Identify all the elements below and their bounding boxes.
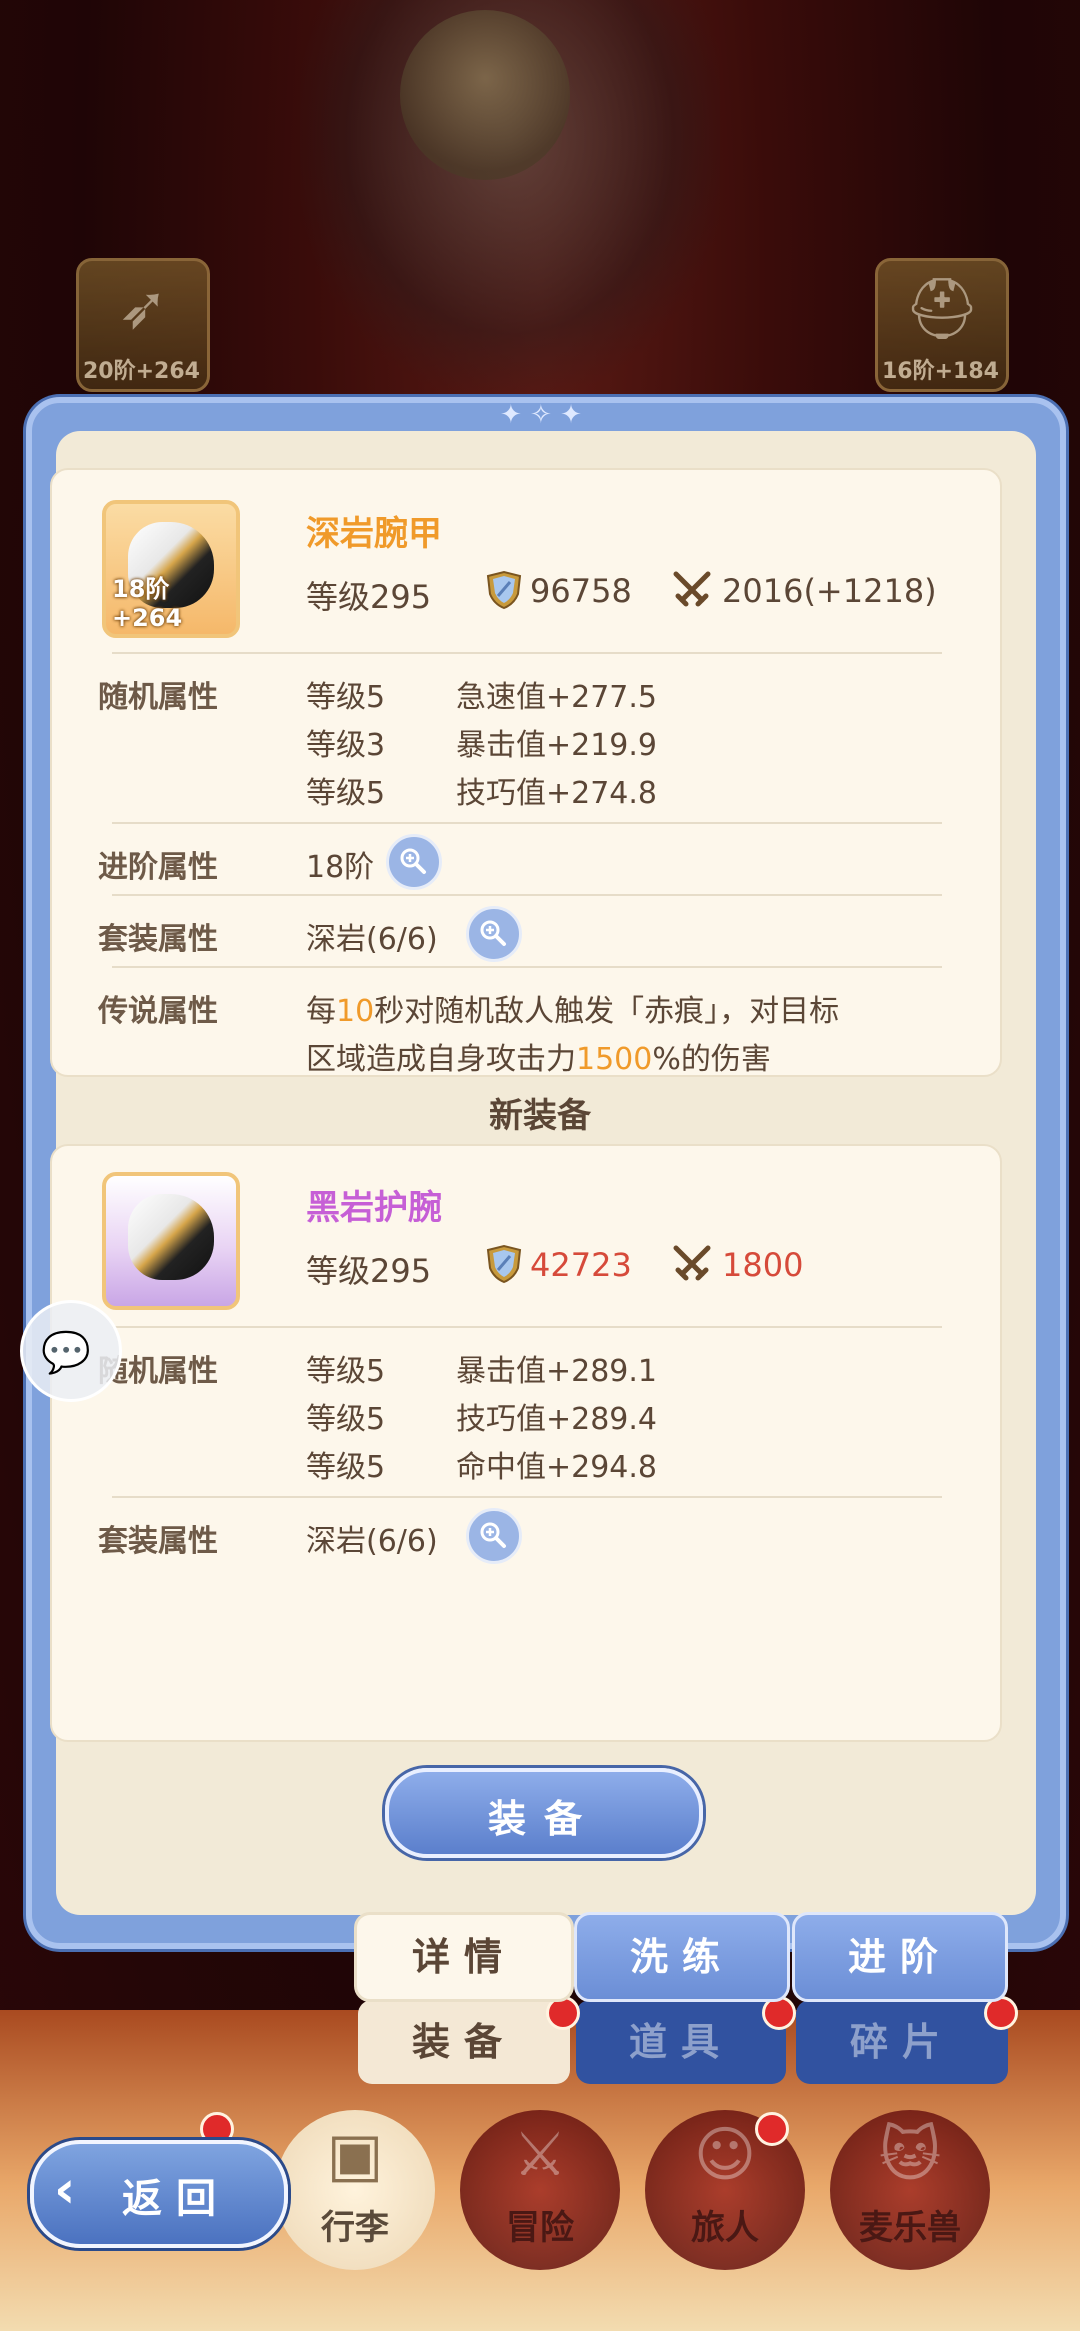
legend-text-line1: 每10秒对随机敌人触发「赤痕」，对目标 xyxy=(306,994,840,1029)
back-arrow-icon: ‹ xyxy=(54,2160,76,2220)
chat-button[interactable]: 💬 xyxy=(20,1300,122,1402)
divider xyxy=(112,966,942,968)
attr-value: 急速值+277.5 xyxy=(456,680,658,715)
magnify-icon xyxy=(400,848,426,874)
crossed-swords-icon xyxy=(673,1245,711,1281)
random-attrs-label: 随机属性 xyxy=(98,680,218,715)
character-head xyxy=(400,10,570,180)
slot-tier-label: 16阶+184 xyxy=(882,359,999,384)
attack-value: 1800 xyxy=(722,1246,804,1284)
nav-label-adventure: 冒险 xyxy=(506,2208,574,2248)
attr-value: 暴击值+289.1 xyxy=(456,1354,658,1389)
divider xyxy=(112,652,942,654)
current-item-name: 深岩腕甲 xyxy=(306,514,442,554)
tab-fragments[interactable]: 碎片 xyxy=(796,2000,1008,2084)
attr-level: 等级5 xyxy=(306,680,386,715)
equipment-slot-bow[interactable]: ➶ 20阶+264 xyxy=(76,258,210,392)
advance-attrs-label: 进阶属性 xyxy=(98,850,218,885)
attr-level: 等级5 xyxy=(306,1354,386,1389)
notification-dot xyxy=(755,2112,789,2146)
attr-value: 技巧值+274.8 xyxy=(456,776,658,811)
back-label: 返回 xyxy=(122,2176,230,2222)
bag-icon: ▣ xyxy=(326,2120,384,2190)
attr-level: 等级5 xyxy=(306,1402,386,1437)
attr-value: 暴击值+219.9 xyxy=(456,728,658,763)
equip-button[interactable]: 装备 xyxy=(385,1768,703,1858)
new-item-card: 黑岩护腕 等级295 42723 1800 随机属性 等级5 暴击值+289.1… xyxy=(50,1144,1002,1742)
new-equipment-title: 新装备 xyxy=(489,1096,591,1136)
set-attrs-label: 套装属性 xyxy=(98,922,218,957)
shield-icon xyxy=(486,570,522,610)
tab-equipment[interactable]: 装备 xyxy=(358,2000,570,2084)
equipment-slot-helmet[interactable]: ⛑ 16阶+184 xyxy=(875,258,1009,392)
attr-level: 等级3 xyxy=(306,728,386,763)
advance-value: 18阶 xyxy=(306,850,375,885)
new-item-name: 黑岩护腕 xyxy=(306,1188,442,1228)
tab-refine[interactable]: 洗练 xyxy=(574,1912,790,2002)
nav-label-traveler: 旅人 xyxy=(691,2208,759,2248)
slot-tier-label: 20阶+264 xyxy=(83,359,200,384)
back-button[interactable]: ‹ 返回 xyxy=(30,2140,288,2248)
attr-value: 命中值+294.8 xyxy=(456,1450,658,1485)
equip-button-label: 装备 xyxy=(487,1797,600,1841)
attack-value: 2016(+1218) xyxy=(722,572,937,610)
chat-bubble-icon: 💬 xyxy=(41,1330,91,1376)
magnify-button[interactable] xyxy=(466,1508,522,1564)
nav-label-luggage: 行李 xyxy=(321,2208,389,2248)
new-item-icon[interactable] xyxy=(102,1172,240,1310)
gauntlet-icon xyxy=(128,1194,214,1280)
tab-items[interactable]: 道具 xyxy=(576,2000,786,2084)
shield-icon xyxy=(486,1244,522,1284)
magnify-icon xyxy=(480,920,506,946)
divider xyxy=(112,894,942,896)
magnify-button[interactable] xyxy=(466,906,522,962)
tier-badge: 18阶+264 xyxy=(112,575,183,632)
crossed-swords-icon xyxy=(673,571,711,607)
defense-value: 42723 xyxy=(530,1246,632,1284)
set-value: 深岩(6/6) xyxy=(306,922,438,957)
item-level: 等级295 xyxy=(306,578,432,616)
divider xyxy=(112,1496,942,1498)
pet-icon: 🐱 xyxy=(878,2120,942,2190)
attr-value: 技巧值+289.4 xyxy=(456,1402,658,1437)
attr-level: 等级5 xyxy=(306,776,386,811)
sparkle-decoration: ✦ ✧ ✦ xyxy=(500,400,582,430)
attr-level: 等级5 xyxy=(306,1450,386,1485)
current-item-icon[interactable]: 18阶+264 xyxy=(102,500,240,638)
nav-label-pet: 麦乐兽 xyxy=(859,2208,961,2248)
legend-attrs-label: 传说属性 xyxy=(98,994,218,1029)
tab-details[interactable]: 详情 xyxy=(354,1912,574,2002)
divider xyxy=(112,1326,942,1328)
set-value: 深岩(6/6) xyxy=(306,1524,438,1559)
helmet-icon: ⛑ xyxy=(903,274,981,344)
divider xyxy=(112,822,942,824)
current-item-card: 18阶+264 深岩腕甲 等级295 96758 2016(+1218) 随机属… xyxy=(50,468,1002,1077)
legend-text-line2: 区域造成自身攻击力1500%的伤害 xyxy=(306,1042,771,1077)
magnify-button[interactable] xyxy=(386,834,442,890)
item-level: 等级295 xyxy=(306,1252,432,1290)
swords-icon: ⚔ xyxy=(513,2120,567,2190)
defense-value: 96758 xyxy=(530,572,632,610)
set-attrs-label: 套装属性 xyxy=(98,1524,218,1559)
bow-icon: ➶ xyxy=(117,273,169,343)
magnify-icon xyxy=(480,1522,506,1548)
tab-advance[interactable]: 进阶 xyxy=(792,1912,1008,2002)
